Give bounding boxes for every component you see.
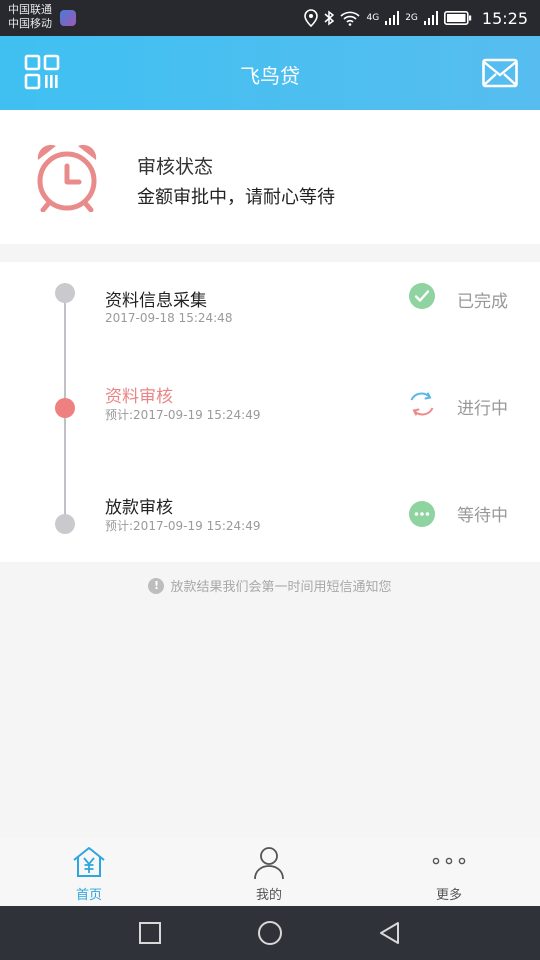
timeline-dot-complete [55, 283, 75, 303]
bottom-navigation: 首页 我的 更多 [0, 838, 540, 906]
nav-item-more[interactable]: 更多 [389, 838, 509, 906]
app-notification-icon [60, 10, 76, 26]
step-time: 预计:2017-09-19 15:24:49 [105, 408, 261, 422]
clock: 15:25 [481, 8, 528, 28]
step-title: 资料信息采集 [105, 291, 207, 311]
check-circle-icon [409, 283, 435, 309]
more-dots-icon [432, 857, 466, 865]
step-time: 预计:2017-09-19 15:24:49 [105, 519, 261, 533]
system-navigation-bar [0, 906, 540, 960]
user-icon [254, 847, 284, 880]
home-circle-icon[interactable] [257, 920, 283, 946]
network-type-1: 4G [366, 13, 380, 23]
back-triangle-icon[interactable] [377, 920, 403, 946]
more-circle-icon [409, 501, 435, 527]
carrier-1: 中国联通 [8, 3, 52, 16]
wifi-icon [340, 11, 361, 26]
status-indicators: 4G 2G 15:25 [304, 0, 528, 36]
step-status: 已完成 [457, 292, 508, 312]
refresh-icon [410, 392, 434, 416]
bluetooth-icon [324, 10, 335, 26]
step-status: 等待中 [457, 506, 508, 526]
signal-2-icon [423, 11, 438, 25]
step-status: 进行中 [457, 399, 508, 419]
notice-text: 放款结果我们会第一时间用短信通知您 [170, 580, 392, 595]
app-title: 飞鸟贷 [240, 64, 300, 88]
recent-apps-icon[interactable] [137, 920, 163, 946]
alarm-clock-icon [37, 144, 97, 212]
location-icon [304, 9, 319, 27]
battery-icon [443, 11, 472, 25]
status-bar: 中国联通 中国移动 4G 2G 15:25 [0, 0, 540, 36]
nav-label-more: 更多 [435, 888, 462, 903]
timeline-dot-active [55, 398, 75, 418]
home-yuan-icon [73, 847, 105, 877]
progress-timeline: 资料信息采集 2017-09-18 15:24:48 已完成 资料审核 预计:2… [0, 262, 540, 562]
review-title: 审核状态 [137, 156, 214, 178]
carrier-2: 中国移动 [8, 17, 52, 30]
review-status-card: 审核状态 金额审批中，请耐心等待 [0, 110, 540, 244]
nav-item-mine[interactable]: 我的 [209, 838, 329, 906]
message-icon[interactable] [482, 58, 518, 88]
signal-1-icon [385, 11, 400, 25]
step-title: 放款审核 [105, 498, 173, 518]
nav-label-home: 首页 [75, 888, 102, 903]
step-time: 2017-09-18 15:24:48 [105, 311, 233, 325]
nav-label-mine: 我的 [255, 888, 282, 903]
sms-notice: ! 放款结果我们会第一时间用短信通知您 [0, 576, 540, 595]
nav-item-home[interactable]: 首页 [29, 838, 149, 906]
network-type-2: 2G [405, 13, 418, 23]
app-header: 飞鸟贷 [0, 36, 540, 110]
timeline-dot-pending [55, 514, 75, 534]
review-description: 金额审批中，请耐心等待 [137, 187, 335, 208]
timeline-connector [64, 416, 66, 524]
step-title: 资料审核 [105, 387, 173, 407]
info-icon: ! [148, 577, 165, 594]
carrier-info: 中国联通 中国移动 [8, 3, 52, 31]
